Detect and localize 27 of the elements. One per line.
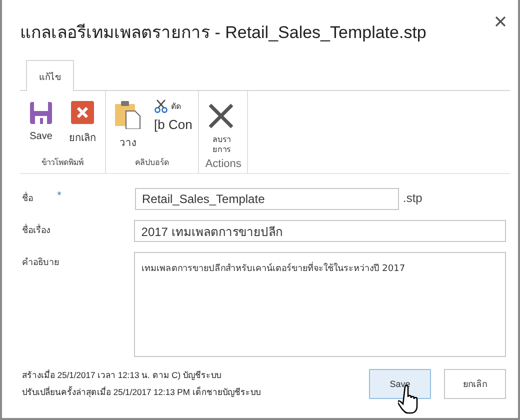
- scissors-icon: [154, 99, 168, 113]
- required-asterisk: *: [57, 191, 62, 203]
- close-icon[interactable]: [495, 16, 506, 27]
- text-field[interactable]: Retail_Sales_Template: [135, 188, 399, 210]
- extension-label: .stp: [403, 190, 422, 205]
- modified-info: ปรับเปลี่ยนครั้งล่าสุดเมื่อ 25/1/2017 12:13 PM เด็กชายบัญชีระบบ: [22, 385, 262, 400]
- group-label: Actions: [205, 158, 242, 170]
- field-label: คำอธิบาย: [22, 256, 59, 269]
- close-icon: [71, 101, 94, 124]
- clipboard-icon: [115, 101, 141, 129]
- group-label: คลิปบอร์ด: [134, 156, 170, 169]
- cut-command[interactable]: ตัด: [154, 99, 192, 113]
- field-label: ชื่อเรื่อง: [22, 223, 50, 237]
- cancel-button[interactable]: ยกเลิก: [444, 369, 506, 399]
- dialog-title: แกลเลอรีเทมเพลตรายการ - Retail_Sales_Template.stp: [20, 22, 426, 44]
- ribbon-tab[interactable]: แก้ไข: [26, 60, 74, 91]
- copy-command[interactable]: [b Con: [154, 117, 192, 132]
- delete-item-command[interactable]: ลบรา ยการ: [205, 97, 238, 158]
- description-field[interactable]: เทมเพลตการขายปลีกสำหรับเคาน์เตอร์ขายที่จะใช้ในระหว่างปี 2017: [134, 252, 506, 357]
- text-field[interactable]: 2017 เทมเพลตการขายปลีก: [134, 220, 506, 242]
- created-info: สร้างเมื่อ 25/1/2017 เวลา 12:13 น. ตาม C) บัญชีระบบ: [22, 368, 222, 382]
- field-label: ชื่อ: [22, 191, 33, 205]
- paste-command[interactable]: วาง: [112, 97, 144, 156]
- x-icon: [208, 103, 234, 129]
- group-label: ข้าวโพดพิมพ์: [40, 156, 84, 169]
- cancel-command[interactable]: ยกเลิก: [66, 97, 99, 156]
- save-command[interactable]: Save: [26, 97, 56, 156]
